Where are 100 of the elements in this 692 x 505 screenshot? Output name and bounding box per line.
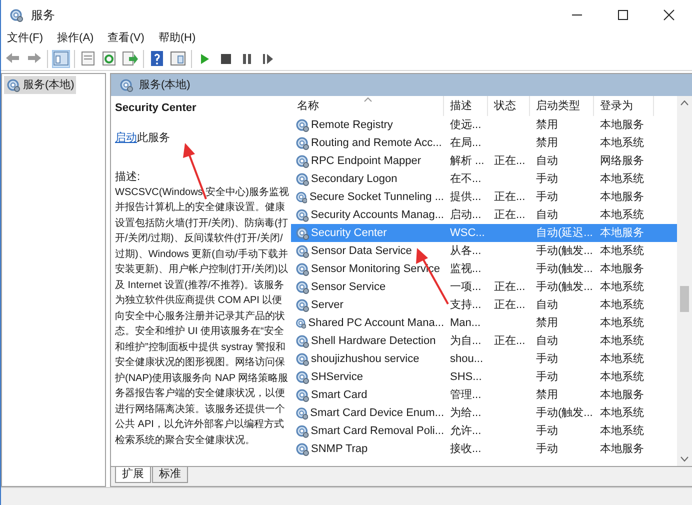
table-cell-text: 本地系统 — [600, 334, 644, 349]
table-cell-text: WSC... — [450, 226, 485, 241]
service-row[interactable]: Shell Hardware Detection 为自... 正在... 自动 本地系统 — [291, 332, 677, 350]
service-row[interactable]: SHService SHS... 手动 本地系统 — [291, 368, 677, 386]
table-cell-text: RPC Endpoint Mapper — [311, 154, 422, 169]
service-row[interactable]: Shared PC Account Mana... Man... 禁用 本地系统 — [291, 314, 677, 332]
table-cell-text: 本地系统 — [600, 406, 644, 421]
table-cell-text: Routing and Remote Acc... — [311, 136, 442, 151]
table-cell-text: 本地服务 — [600, 262, 644, 277]
table-cell-text: 本地系统 — [600, 316, 644, 331]
table-cell-text: 提供... — [450, 190, 482, 205]
service-row[interactable]: Secure Socket Tunneling ... 提供... 正在... 手动 本地服务 — [291, 188, 677, 206]
table-cell-text: 正在... — [494, 154, 526, 169]
table-cell-text: 网络服务 — [600, 154, 644, 169]
table-cell-text: 一项... — [450, 280, 482, 295]
menu-item[interactable]: 操作(A) — [57, 30, 94, 47]
description-text: WSCSVC(Windows 安全中心)服务监视并报告计算机上的安全健康设置。健康设置包括防火墙(打开/关闭)、防病毒(打开/关闭/过期)、反间谍软件(打开/关闭/过期)、Windows 更新(自动/手动下载并安装更新)、用户帐户控制(打开/关闭)以及 Internet 设置(推荐/不推荐)。该服务为独立软件供应商提供 COM API 以便向安全中心服务注册并记录其产品的状态。安全和维护 UI 使用该服务在“安全和维护”控制面板中提供 systray 警报和安全健康状况的图形视图。网络访问保护(NAP)使用该服务向 NAP 网络策略服务器报告客户端的安全健康状况，以便进行网络隔离决策。该服务还提供一个公共 API，以允许外部客户以编程方式检索系统的聚合安全健康状况。 — [115, 186, 289, 448]
table-cell-text: 禁用 — [536, 136, 558, 151]
service-row[interactable]: Routing and Remote Acc... 在局... 禁用 本地系统 — [291, 134, 677, 152]
table-cell-text: 手动 — [536, 424, 558, 439]
menu-item[interactable]: 帮助(H) — [158, 30, 196, 47]
service-row[interactable]: Sensor Service 一项... 正在... 手动(触发... 本地系统 — [291, 278, 677, 296]
table-cell-text: 在局... — [450, 136, 482, 151]
column-header[interactable]: 启动类型 — [530, 96, 594, 116]
tree-item[interactable]: 服务(本地) — [4, 76, 76, 94]
menu-item[interactable]: 查看(V) — [108, 30, 144, 47]
service-row[interactable]: shoujizhushou service shou... 手动 本地系统 — [291, 350, 677, 368]
table-cell-text: 本地服务 — [600, 442, 644, 457]
table-cell-text: 手动 — [536, 442, 558, 457]
table-cell-text: SHS... — [450, 370, 482, 385]
table-cell-text: 手动(触发... — [536, 406, 593, 421]
table-cell-text: 为给... — [450, 406, 482, 421]
service-row[interactable]: SNMP Trap 接收... 手动 本地服务 — [291, 440, 677, 458]
table-cell-text: 正在... — [494, 190, 526, 205]
table-cell-text: 手动 — [536, 172, 558, 187]
table-cell-text: 禁用 — [536, 118, 558, 133]
start-link[interactable]: 启动 — [115, 130, 137, 146]
table-cell-text: shou... — [450, 352, 484, 367]
table-cell-text: Server — [311, 298, 344, 313]
table-cell-text: 自动(延迟... — [536, 226, 593, 241]
table-cell-text: Secondary Logon — [311, 172, 398, 187]
table-cell-text: 本地系统 — [600, 298, 644, 313]
action-text: 此服务 — [137, 131, 170, 146]
table-cell-text: 正在... — [494, 208, 526, 223]
table-cell-text: 自动 — [536, 154, 558, 169]
service-row[interactable]: Security Accounts Manag... 启动... 正在... 自动 本地系统 — [291, 206, 677, 224]
table-cell-text: 本地系统 — [600, 424, 644, 439]
table-cell-text: 使远... — [450, 118, 482, 133]
table-cell-text: 手动(触发... — [536, 244, 593, 259]
table-cell-text: 本地系统 — [600, 352, 644, 367]
column-header[interactable]: 描述 — [444, 96, 488, 116]
column-header[interactable]: 名称 — [291, 96, 444, 116]
table-cell-text: Shell Hardware Detection — [311, 334, 436, 349]
table-cell-text: 解析 ... — [450, 154, 484, 169]
service-row[interactable]: Server 支持... 正在... 自动 本地系统 — [291, 296, 677, 314]
table-cell-text: 监视... — [450, 262, 482, 277]
service-row[interactable]: Smart Card 管理... 禁用 本地服务 — [291, 386, 677, 404]
window-title: 服务 — [31, 7, 55, 24]
description-label: 描述: — [115, 170, 142, 184]
table-cell-text: 本地服务 — [600, 190, 644, 205]
column-header[interactable]: 状态 — [488, 96, 530, 116]
service-row[interactable]: Secondary Logon 在不... 手动 本地系统 — [291, 170, 677, 188]
table-cell-text: 从各... — [450, 244, 482, 259]
table-cell-text: 手动(触发... — [536, 262, 593, 277]
table-cell-text: Smart Card — [311, 388, 368, 403]
table-cell-text: 本地服务 — [600, 388, 644, 403]
service-row[interactable]: RPC Endpoint Mapper 解析 ... 正在... 自动 网络服务 — [291, 152, 677, 170]
table-cell-text: 本地系统 — [600, 244, 644, 259]
table-cell-text: 自动 — [536, 298, 558, 313]
service-row[interactable]: Sensor Data Service 从各... 手动(触发... 本地系统 — [291, 242, 677, 260]
service-title: Security Center — [115, 101, 198, 116]
table-cell-text: 禁用 — [536, 316, 558, 331]
table-cell-text: 本地系统 — [600, 208, 644, 223]
table-cell-text: 本地系统 — [600, 172, 644, 187]
table-cell-text: 支持... — [450, 298, 482, 313]
service-row[interactable]: Smart Card Removal Poli... 允许... 手动 本地系统 — [291, 422, 677, 440]
table-cell-text: 在不... — [450, 172, 482, 187]
table-cell-text: Man... — [450, 316, 481, 331]
service-row[interactable]: Remote Registry 使远... 禁用 本地服务 — [291, 116, 677, 134]
table-cell-text: 本地系统 — [600, 370, 644, 385]
tab[interactable]: 标准 — [152, 467, 188, 483]
table-cell-text: 接收... — [450, 442, 482, 457]
table-cell-text: Smart Card Device Enum... — [310, 406, 444, 421]
table-cell-text: Secure Socket Tunneling ... — [309, 190, 444, 205]
table-cell-text: Security Accounts Manag... — [310, 208, 444, 223]
menu-item[interactable]: 文件(F) — [7, 30, 44, 47]
table-cell-text: 本地服务 — [600, 118, 644, 133]
table-cell-text: 正在... — [494, 298, 526, 313]
table-cell-text: 正在... — [494, 334, 526, 349]
table-cell-text: 自动 — [536, 208, 558, 223]
table-cell-text: 启动... — [450, 208, 482, 223]
service-row[interactable]: Smart Card Device Enum... 为给... 手动(触发... 本地系统 — [291, 404, 677, 422]
table-cell-text: 允许... — [450, 424, 482, 439]
table-cell-text: 手动 — [536, 352, 558, 367]
table-cell-text: 手动(触发... — [536, 280, 593, 295]
column-header[interactable]: 登录为 — [594, 96, 654, 116]
table-cell-text: SHService — [311, 370, 363, 385]
tab[interactable]: 扩展 — [115, 467, 151, 483]
table-cell-text: Security Center — [311, 226, 387, 241]
table-cell-text: Sensor Service — [311, 280, 386, 295]
